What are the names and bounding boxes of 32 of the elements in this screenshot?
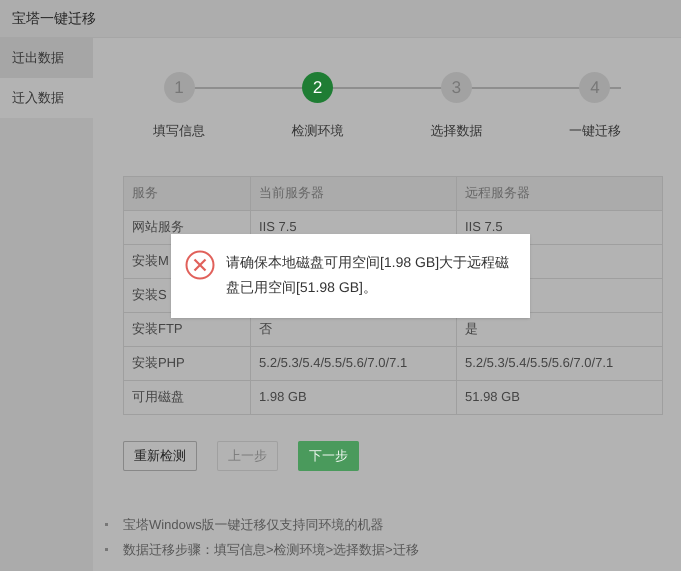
- note-text: 数据迁移步骤：填写信息>检测环境>选择数据>迁移: [123, 541, 419, 559]
- table-cell: 是: [465, 321, 478, 336]
- table-cell: 5.2/5.3/5.4/5.5/5.6/7.0/7.1: [465, 355, 614, 370]
- sidebar-item[interactable]: 迁入数据: [0, 78, 93, 118]
- error-message: 请确保本地磁盘可用空间[1.98 GB]大于远程磁盘已用空间[51.98 GB]。: [226, 252, 510, 297]
- table-cell: 安装FTP: [132, 321, 183, 336]
- step-label: 填写信息: [153, 122, 205, 140]
- table-cell: IIS 7.5: [465, 219, 503, 234]
- note-text: 宝塔Windows版一键迁移仅支持同环境的机器: [123, 516, 384, 534]
- window-title: 宝塔一键迁移: [12, 9, 96, 28]
- step-label: 选择数据: [430, 122, 482, 140]
- bullet-icon: [105, 522, 108, 526]
- table-cell: 可用磁盘: [132, 389, 184, 404]
- sidebar-item[interactable]: 迁出数据: [0, 38, 93, 78]
- action-button[interactable]: 下一步: [298, 440, 359, 470]
- column-header: 服务: [124, 176, 250, 210]
- table-cell: IIS 7.5: [259, 219, 297, 234]
- bullet-icon: [105, 548, 108, 552]
- error-icon: [185, 250, 215, 280]
- table-cell: 安装PHP: [132, 355, 185, 370]
- action-button[interactable]: 重新检测: [123, 440, 197, 470]
- step-label: 一键迁移: [568, 122, 621, 140]
- column-header: 远程服务器: [456, 176, 662, 210]
- step-label: 检测环境: [292, 122, 344, 140]
- table-cell: 否: [259, 321, 272, 336]
- table-cell: 1.98 GB: [259, 389, 307, 404]
- table-cell: 网站服务: [132, 219, 184, 234]
- table-cell: 5.2/5.3/5.4/5.5/5.6/7.0/7.1: [259, 355, 408, 370]
- column-header: 当前服务器: [250, 176, 456, 210]
- table-cell: 安装S: [132, 287, 167, 302]
- table-cell: 安装M: [132, 253, 169, 268]
- table-cell: 51.98 GB: [465, 389, 520, 404]
